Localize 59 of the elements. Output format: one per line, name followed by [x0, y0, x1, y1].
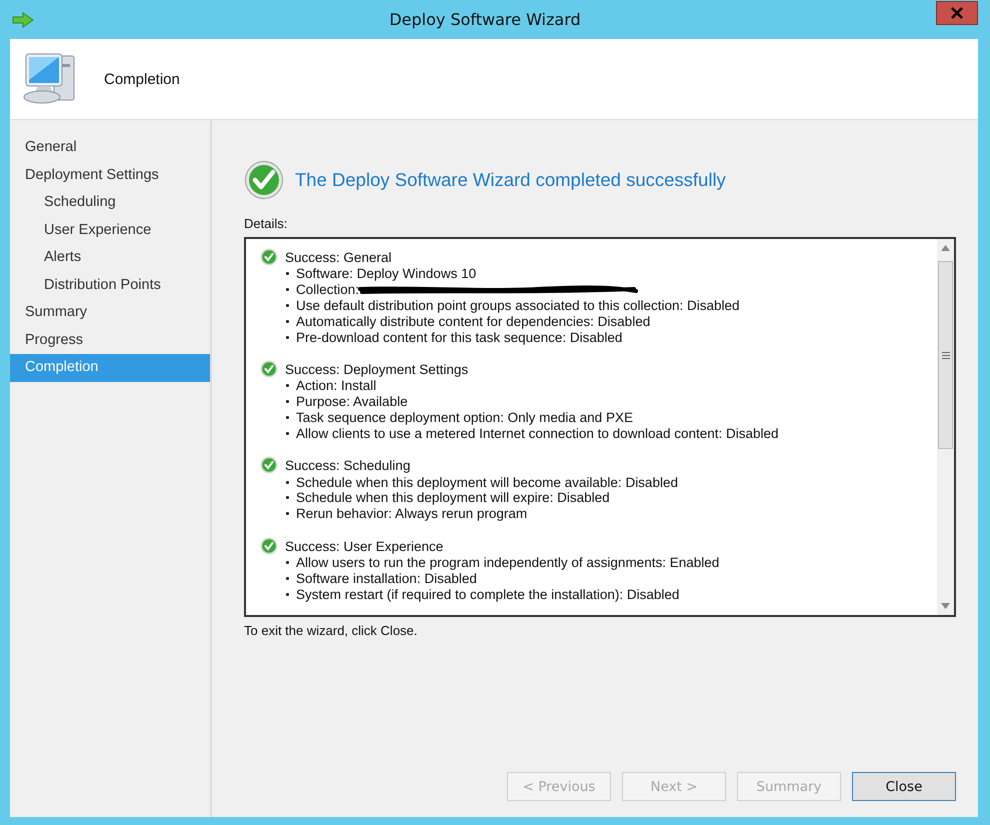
- detail-line: Software: Deploy Windows 10: [296, 266, 476, 282]
- sidebar-item[interactable]: Alerts: [10, 244, 210, 272]
- bullet-icon: [286, 272, 289, 276]
- close-icon[interactable]: [936, 0, 978, 24]
- bullet-icon: [286, 400, 289, 404]
- sidebar-item[interactable]: Progress: [10, 326, 210, 354]
- success-message: The Deploy Software Wizard completed successfully: [295, 169, 726, 191]
- sidebar-item[interactable]: Summary: [10, 299, 210, 326]
- bullet-icon: [286, 592, 289, 596]
- bullet-icon: [286, 384, 289, 388]
- success-check-icon: [260, 536, 278, 555]
- section-title: Success: General: [285, 250, 392, 266]
- scroll-up-icon[interactable]: [941, 245, 950, 251]
- sidebar-item[interactable]: Deployment Settings: [10, 162, 210, 189]
- detail-line: Pre-download content for this task sequence: Disabled: [296, 330, 622, 345]
- detail-line: Schedule when this deployment will expire: Disabled: [296, 490, 610, 506]
- bullet-icon: [286, 320, 289, 323]
- detail-line: Task sequence deployment option: Only media and PXE: [296, 410, 633, 425]
- section-title: Success: User Experience: [285, 538, 444, 555]
- detail-line: Rerun behavior: Always rerun program: [296, 506, 528, 522]
- page-title: Completion: [104, 70, 180, 88]
- arrow-icon: [12, 12, 34, 28]
- bullet-icon: [286, 336, 289, 339]
- detail-line: Allow users to run the program independently of assignments: Enabled: [296, 554, 720, 570]
- detail-line: System restart (if required to complete the installation): Disabled: [296, 586, 680, 602]
- bullet-icon: [286, 304, 289, 307]
- section-title: Success: Deployment Settings: [285, 362, 468, 378]
- sidebar-item[interactable]: General: [10, 134, 210, 162]
- section-title: Success: Scheduling: [285, 458, 410, 474]
- detail-line: Use default distribution point groups associated to this collection: Disabled: [296, 298, 740, 313]
- bullet-icon: [286, 576, 289, 580]
- success-check-icon: [260, 360, 278, 378]
- bullet-icon: [286, 496, 289, 500]
- detail-line: Purpose: Available: [296, 394, 408, 410]
- success-check-icon: [244, 160, 284, 200]
- exit-hint: To exit the wizard, click Close.: [244, 623, 418, 638]
- success-check-icon: [260, 456, 278, 474]
- bullet-icon: [286, 560, 289, 564]
- sidebar-item[interactable]: Distribution Points: [10, 272, 210, 299]
- scroll-down-icon[interactable]: [941, 603, 950, 609]
- detail-line: Automatically distribute content for dependencies: Disabled: [296, 314, 650, 329]
- sidebar-item[interactable]: Scheduling: [10, 189, 210, 216]
- bullet-icon: [286, 480, 289, 484]
- sidebar-item[interactable]: User Experience: [10, 216, 210, 244]
- bullet-icon: [286, 432, 289, 435]
- bullet-icon: [286, 288, 289, 292]
- bullet-icon: [286, 416, 289, 419]
- wizard-button[interactable]: Close: [852, 772, 956, 801]
- scroll-thumb[interactable]: [938, 261, 953, 449]
- success-check-icon: [260, 248, 278, 266]
- detail-line: Collection:: [296, 282, 360, 298]
- detail-line: Schedule when this deployment will become available: Disabled: [296, 474, 678, 490]
- details-label: Details:: [244, 216, 288, 231]
- detail-line: Software installation: Disabled: [296, 570, 477, 586]
- window-title: Deploy Software Wizard: [388, 10, 582, 29]
- scrollbar[interactable]: [937, 239, 954, 615]
- bullet-icon: [286, 512, 289, 516]
- detail-line: Allow clients to use a metered Internet connection to download content: Disabled: [296, 426, 779, 441]
- detail-line: Action: Install: [296, 378, 376, 394]
